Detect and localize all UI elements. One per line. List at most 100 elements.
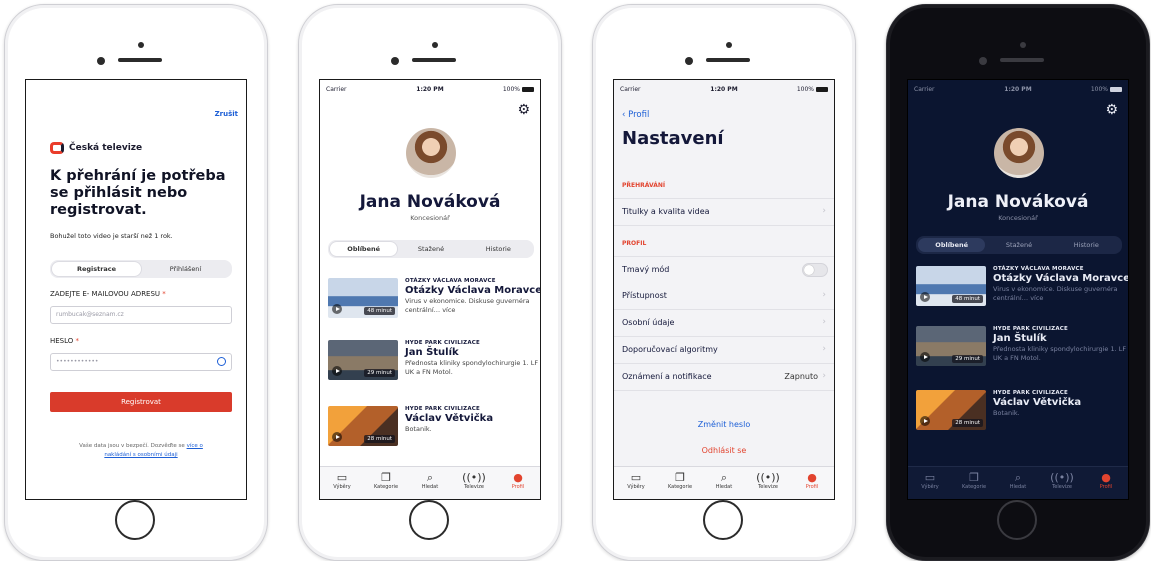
search-icon: ⌕	[720, 471, 728, 484]
profile-tabs: Oblíbené Stažené Historie	[916, 236, 1122, 254]
list-item[interactable]: 48 minut OTÁZKY VÁCLAVA MORAVCE Otázky Vá…	[328, 278, 540, 336]
home-button[interactable]	[409, 500, 449, 540]
tab-historie[interactable]: Historie	[1053, 238, 1120, 252]
row-subtitles[interactable]: Titulky a kvalita videa ›	[614, 198, 834, 226]
row-recommendation[interactable]: Doporučovací algoritmy ›	[614, 337, 834, 364]
video-thumbnail[interactable]: 28 minut	[328, 406, 398, 446]
tab-kategorie[interactable]: ❐ Kategorie	[364, 467, 408, 499]
cancel-button[interactable]: Zrušit	[215, 110, 238, 118]
camera	[138, 42, 144, 48]
list-item[interactable]: 29 minut HYDE PARK CIVILIZACE Jan Štulík P…	[328, 340, 538, 398]
video-desc: Přednosta kliniky spondylochirurgie 1. L…	[405, 359, 539, 376]
email-label: ZADEJTE E- MAILOVOU ADRESU *	[50, 290, 166, 298]
login-title: K přehrání je potřeba se přihlásit nebo …	[50, 168, 226, 218]
home-button[interactable]	[115, 500, 155, 540]
tab-kategorie[interactable]: ❐ Kategorie	[658, 467, 702, 499]
tab-hledat[interactable]: ⌕ Hledat	[702, 467, 746, 499]
tab-televize[interactable]: ((•)) Televize	[746, 467, 790, 499]
avatar	[994, 128, 1044, 178]
gear-icon[interactable]: ⚙	[517, 102, 530, 118]
tab-profil[interactable]: ● Profil	[790, 467, 834, 499]
phone-profile-light: Carrier 1:20 PM 100% ⚙ Jana Nováková Kon…	[298, 4, 562, 561]
search-icon: ⌕	[426, 471, 434, 484]
tab-historie[interactable]: Historie	[465, 242, 532, 256]
password-field[interactable]: ••••••••••••	[50, 353, 232, 371]
duration-badge: 28 minut	[364, 435, 395, 443]
video-title: Václav Větvička	[405, 413, 494, 424]
show-name: HYDE PARK CIVILIZACE	[993, 390, 1068, 396]
chevron-right-icon: ›	[822, 290, 826, 300]
auth-tabs: Registrace Přihlášení	[50, 260, 232, 278]
video-thumbnail[interactable]: 48 minut	[328, 278, 398, 318]
sensor	[979, 57, 987, 65]
tv-icon: ▭	[336, 471, 348, 484]
row-personal-data[interactable]: Osobní údaje ›	[614, 310, 834, 337]
tab-vybery[interactable]: ▭ Výběry	[908, 467, 952, 499]
list-item[interactable]: 29 minut HYDE PARK CIVILIZACE Jan Štulík P…	[916, 326, 1126, 384]
tab-hledat[interactable]: ⌕ Hledat	[408, 467, 452, 499]
list-item[interactable]: 28 minut HYDE PARK CIVILIZACE Václav Větv…	[916, 390, 1126, 448]
video-desc: Přednosta kliniky spondylochirurgie 1. L…	[993, 345, 1127, 362]
sensor	[391, 57, 399, 65]
notifications-value: Zapnuto	[784, 372, 818, 381]
tab-vybery[interactable]: ▭ Výběry	[614, 467, 658, 499]
home-button[interactable]	[703, 500, 743, 540]
tab-profil[interactable]: ● Profil	[496, 467, 540, 499]
video-thumbnail[interactable]: 28 minut	[916, 390, 986, 430]
speaker	[1000, 58, 1044, 62]
row-dark-mode[interactable]: Tmavý mód	[614, 256, 834, 284]
tab-kategorie[interactable]: ❐ Kategorie	[952, 467, 996, 499]
video-thumbnail[interactable]: 29 minut	[328, 340, 398, 380]
search-icon: ⌕	[1014, 471, 1022, 484]
tab-prihlaseni[interactable]: Přihlášení	[141, 262, 230, 276]
profile-role: Koncesionář	[998, 214, 1038, 222]
brand: Česká televize	[50, 142, 142, 154]
home-button[interactable]	[997, 500, 1037, 540]
change-password-button[interactable]: Změnit heslo	[614, 420, 834, 429]
tab-vybery[interactable]: ▭ Výběry	[320, 467, 364, 499]
play-icon	[332, 432, 342, 442]
video-title: Jan Štulík	[993, 333, 1047, 344]
phone-login: Zrušit Česká televize K přehrání je potř…	[4, 4, 268, 561]
tab-televize[interactable]: ((•)) Televize	[452, 467, 496, 499]
battery: 100%	[503, 86, 534, 93]
tab-hledat[interactable]: ⌕ Hledat	[996, 467, 1040, 499]
logout-button[interactable]: Odhlásit se	[614, 446, 834, 455]
list-item[interactable]: 48 minut OTÁZKY VÁCLAVA MORAVCE Otázky Vá…	[916, 266, 1128, 324]
back-button[interactable]: ‹ Profil	[622, 110, 649, 120]
dark-mode-toggle[interactable]	[802, 263, 828, 277]
video-thumbnail[interactable]: 29 minut	[916, 326, 986, 366]
video-thumbnail[interactable]: 48 minut	[916, 266, 986, 306]
tab-stazene[interactable]: Stažené	[397, 242, 464, 256]
tab-profil[interactable]: ● Profil	[1084, 467, 1128, 499]
email-field[interactable]: rumbucak@seznam.cz	[50, 306, 232, 324]
gear-icon[interactable]: ⚙	[1105, 102, 1118, 118]
profile-icon: ●	[1101, 471, 1111, 484]
profile-icon: ●	[807, 471, 817, 484]
chevron-right-icon: ›	[822, 371, 826, 381]
camera	[726, 42, 732, 48]
register-button[interactable]: Registrovat	[50, 392, 232, 412]
tab-registrace[interactable]: Registrace	[52, 262, 141, 276]
show-name: OTÁZKY VÁCLAVA MORAVCE	[993, 266, 1084, 272]
row-accessibility[interactable]: Přístupnost ›	[614, 283, 834, 310]
sensor	[97, 57, 105, 65]
tab-televize[interactable]: ((•)) Televize	[1040, 467, 1084, 499]
tab-stazene[interactable]: Stažené	[985, 238, 1052, 252]
list-item[interactable]: 28 minut HYDE PARK CIVILIZACE Václav Větv…	[328, 406, 538, 464]
play-icon	[920, 416, 930, 426]
tab-oblibene[interactable]: Oblíbené	[330, 242, 398, 256]
chevron-right-icon: ›	[822, 206, 826, 216]
broadcast-icon: ((•))	[756, 471, 780, 484]
profile-name: Jana Nováková	[359, 192, 501, 212]
row-notifications[interactable]: Oznámení a notifikace Zapnuto ›	[614, 364, 834, 391]
phone-settings: Carrier 1:20 PM 100% ‹ Profil Nastavení …	[592, 4, 856, 561]
duration-badge: 48 minut	[952, 295, 983, 303]
tab-bar: ▭ Výběry ❐ Kategorie ⌕ Hledat ((•)) Televize…	[320, 466, 540, 499]
page-title: Nastavení	[622, 128, 724, 149]
password-value: ••••••••••••	[56, 358, 99, 365]
tab-oblibene[interactable]: Oblíbené	[918, 238, 986, 252]
duration-badge: 29 minut	[364, 369, 395, 377]
video-desc: Virus v ekonomice. Diskuse guvernéra cen…	[405, 297, 530, 314]
show-password-icon[interactable]	[217, 357, 226, 366]
